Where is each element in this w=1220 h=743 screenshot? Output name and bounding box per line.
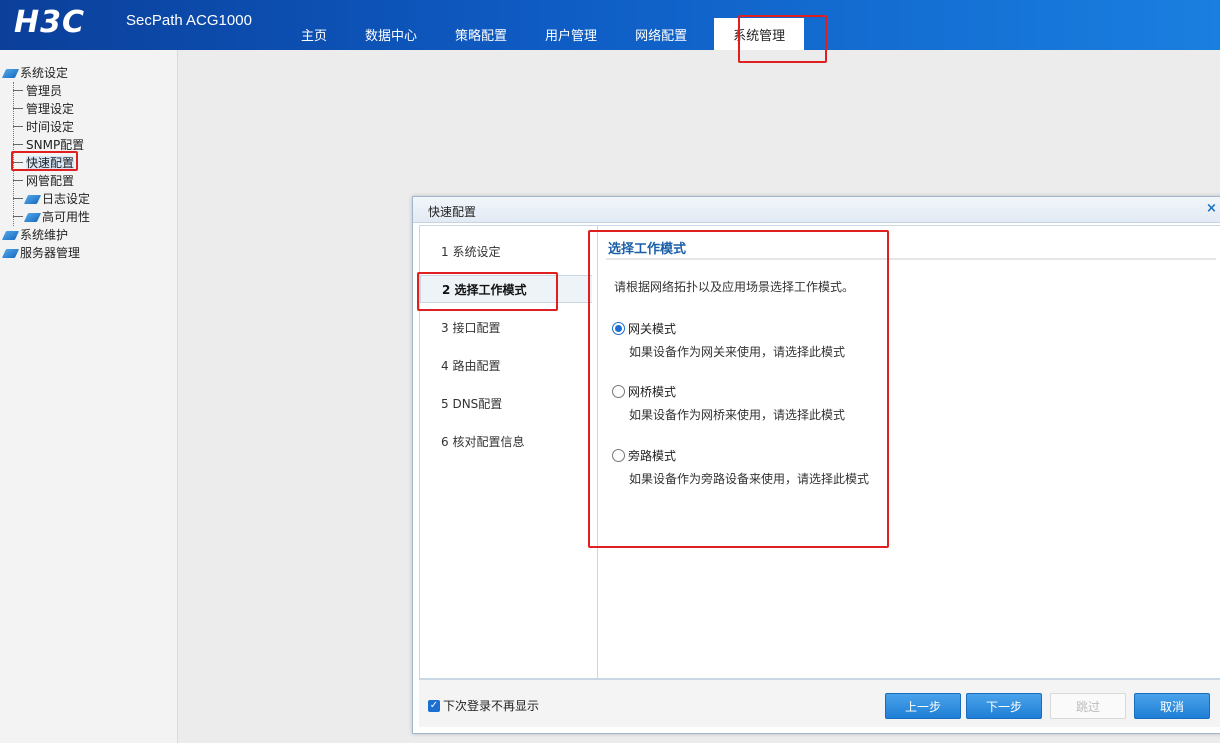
folder-icon [1,231,20,240]
option-label: 网关模式 [628,322,677,336]
tree-item-snmp[interactable]: SNMP配置 [13,136,84,154]
wizard-steps: 1 系统设定 2 选择工作模式 3 接口配置 4 路由配置 5 DNS配置 6 … [419,225,597,679]
section-title: 选择工作模式 [608,242,687,257]
product-name: SecPath ACG1000 [126,12,252,29]
section-description: 请根据网络拓扑以及应用场景选择工作模式。 [614,280,855,294]
next-button[interactable]: 下一步 [966,693,1042,719]
nav-policy-config[interactable]: 策略配置 [436,0,526,50]
tree-item-log-settings[interactable]: 日志设定 [13,190,90,208]
step-dns-config[interactable]: 5 DNS配置 [420,390,592,418]
checkbox-icon[interactable]: ✓ [428,699,440,712]
nav-data-center[interactable]: 数据中心 [346,0,436,50]
tree-item-server-management[interactable]: 服务器管理 [1,244,80,262]
nav-home[interactable]: 主页 [282,0,346,50]
radio-icon[interactable] [612,322,625,335]
dont-show-again-checkbox[interactable]: ✓ 下次登录不再显示 [428,697,539,714]
radio-icon[interactable] [612,385,625,398]
step-select-work-mode[interactable]: 2 选择工作模式 [420,275,592,303]
h3c-logo: H3C [14,5,85,40]
option-description: 如果设备作为网桥来使用，请选择此模式 [629,408,846,422]
checkbox-label: 下次登录不再显示 [443,699,540,713]
option-label: 旁路模式 [628,449,677,463]
quick-config-dialog: 快速配置 × 1 系统设定 2 选择工作模式 3 接口配置 4 路由配置 5 D… [412,196,1220,734]
option-description: 如果设备作为旁路设备来使用，请选择此模式 [629,472,870,486]
tree-item-network-management[interactable]: 网管配置 [13,172,74,190]
radio-icon[interactable] [612,449,625,462]
skip-button[interactable]: 跳过 [1050,693,1126,719]
nav-user-management[interactable]: 用户管理 [526,0,616,50]
wizard-content: 选择工作模式 请根据网络拓扑以及应用场景选择工作模式。 网关模式 如果设备作为网… [597,225,1220,679]
close-icon[interactable]: × [1206,201,1217,216]
tree-item-system-settings[interactable]: 系统设定 [1,64,68,82]
step-system-settings[interactable]: 1 系统设定 [420,238,592,266]
tree-item-time-settings[interactable]: 时间设定 [13,118,74,136]
top-header: H3C SecPath ACG1000 主页 数据中心 策略配置 用户管理 网络… [0,0,1220,50]
sidebar-tree: 系统设定 管理员 管理设定 时间设定 SNMP配置 快速配置 网管配置 日志设定… [0,50,178,743]
dialog-title: 快速配置 [428,205,477,219]
dialog-footer: ✓ 下次登录不再显示 上一步 下一步 跳过 取消 [419,679,1220,727]
tree-item-management-settings[interactable]: 管理设定 [13,100,74,118]
option-gateway-mode[interactable]: 网关模式 [612,320,676,337]
folder-icon [23,213,42,222]
section-divider [606,258,1216,260]
folder-icon [1,249,20,258]
tree-item-system-maintenance[interactable]: 系统维护 [1,226,68,244]
step-route-config[interactable]: 4 路由配置 [420,352,592,380]
step-interface-config[interactable]: 3 接口配置 [420,314,592,342]
tree-item-high-availability[interactable]: 高可用性 [13,208,90,226]
prev-button[interactable]: 上一步 [885,693,961,719]
dialog-title-bar: 快速配置 × [413,197,1220,223]
folder-icon [23,195,42,204]
nav-network-config[interactable]: 网络配置 [616,0,706,50]
folder-icon [1,69,20,78]
main-nav: 主页 数据中心 策略配置 用户管理 网络配置 系统管理 [282,0,805,50]
tree-item-quick-config[interactable]: 快速配置 [13,154,75,172]
option-label: 网桥模式 [628,385,677,399]
nav-system-management[interactable]: 系统管理 [714,18,805,50]
option-description: 如果设备作为网关来使用，请选择此模式 [629,345,846,359]
cancel-button[interactable]: 取消 [1134,693,1210,719]
tree-item-admin[interactable]: 管理员 [13,82,62,100]
option-bypass-mode[interactable]: 旁路模式 [612,447,676,464]
option-bridge-mode[interactable]: 网桥模式 [612,383,676,400]
step-verify-config[interactable]: 6 核对配置信息 [420,428,592,456]
